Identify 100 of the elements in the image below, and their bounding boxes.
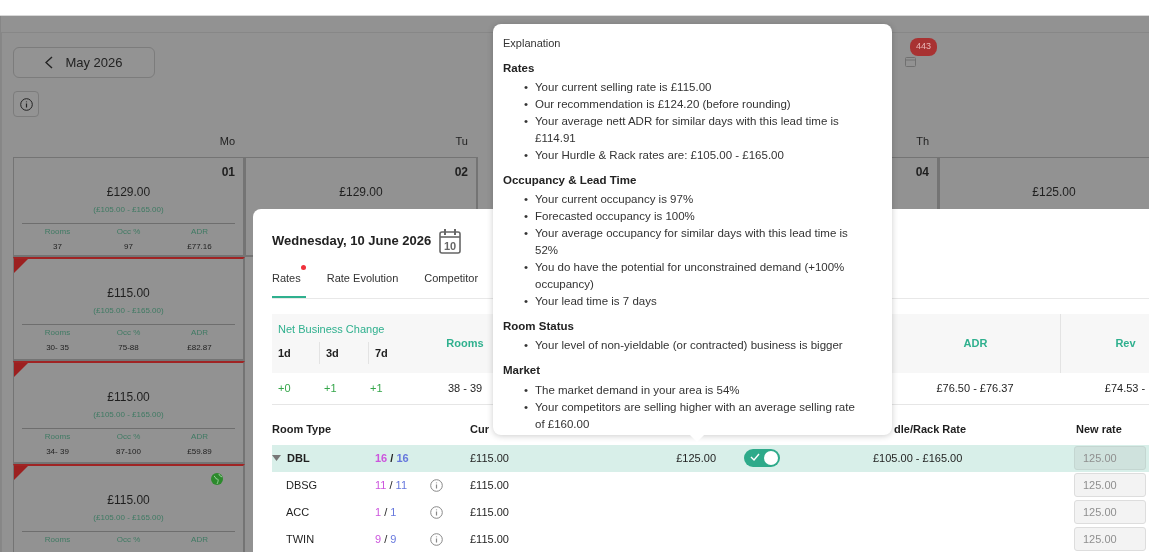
day-cell[interactable]: 01 £129.00 (£105.00 - £165.00) Rooms 37 Occ % 97 ADR £77.16 — [13, 157, 245, 257]
explanation-item: Our recommendation is £124.20 (before rounding) — [535, 96, 791, 112]
room-type: ACC — [286, 504, 310, 520]
separator: / — [384, 505, 388, 518]
bullet: • — [524, 399, 530, 415]
stat-value: £77.16 — [186, 241, 213, 253]
hurdle-rack-rate: £105.00 - £165.00 — [873, 451, 963, 464]
column-header: 3d — [326, 346, 339, 359]
explanation-item: Your average occupancy for similar days with this lead time is 52% — [535, 226, 849, 258]
recommended-rate: £125.00 — [676, 451, 716, 464]
weekday-label: Tu — [455, 135, 468, 147]
info-icon — [19, 97, 33, 111]
tab[interactable]: Rates — [272, 264, 306, 298]
day-cell[interactable]: £115.00 (£105.00 - £165.00) Rooms 34- 39 Occ % 87-100 ADR £59.89 — [13, 361, 245, 464]
stat-value: 75-88 — [117, 342, 140, 354]
new-rate-input[interactable]: 125.00 — [1074, 473, 1146, 497]
column-header: 7d — [375, 346, 388, 359]
metric-value: 38 - 39 — [447, 380, 483, 396]
weekday-label: Th — [916, 135, 929, 147]
stat-label: Occ % — [115, 327, 142, 339]
rate-range: (£105.00 - £165.00) — [93, 306, 164, 315]
day-number: 02 — [454, 165, 468, 179]
column-header: New rate — [1076, 423, 1122, 436]
column-header: dle/Rack Rate — [894, 423, 967, 436]
availability-count: 9 — [390, 532, 397, 545]
info-icon — [430, 533, 443, 547]
month-button[interactable]: May 2026 — [13, 47, 155, 78]
rate-value: £115.00 — [107, 390, 150, 404]
column-header: ADR — [963, 335, 988, 351]
info-button[interactable] — [13, 91, 39, 117]
separator: / — [384, 532, 388, 545]
bullet: • — [524, 338, 530, 354]
weekday-label: Mo — [219, 135, 235, 147]
tab[interactable]: Rate Evolution — [326, 264, 399, 298]
column-header: Room Type — [272, 423, 332, 436]
bullet: • — [524, 209, 530, 224]
stat-label: ADR — [190, 534, 209, 546]
current-rate: £115.00 — [470, 451, 509, 464]
metric-value: £74.53 - — [1104, 380, 1146, 396]
explanation-item: Forecasted occupancy is 100% — [535, 209, 695, 224]
stat-label: Occ % — [115, 534, 142, 546]
stat-value: 30- 35 — [45, 342, 70, 354]
calendar-icon — [905, 56, 916, 67]
section-heading: Occupancy & Lead Time — [503, 172, 638, 188]
change-value: +1 — [323, 380, 338, 396]
stat-label: Rooms — [43, 431, 72, 443]
panel-title: Wednesday, 10 June 2026 — [272, 232, 432, 251]
availability-count: 16 — [375, 451, 388, 464]
column-header: Rev — [1115, 335, 1136, 351]
bullet: • — [524, 96, 530, 112]
info-icon — [430, 506, 443, 520]
bullet: • — [524, 147, 530, 163]
stat-label: Occ % — [115, 431, 142, 443]
stat-value: 34- 39 — [45, 446, 70, 458]
explanation-item: Your competitors are selling higher with an average selling rate of £160.00 — [535, 399, 856, 432]
stat-label: Rooms — [43, 534, 72, 546]
rate-value: £115.00 — [107, 493, 150, 507]
separator: / — [389, 478, 393, 491]
explanation-item: Your Hurdle & Rack rates are: £105.00 - £165.00 — [535, 147, 784, 163]
stat-value: 97 — [123, 241, 134, 253]
rate-value: £129.00 — [339, 185, 383, 199]
stat-label: ADR — [190, 431, 209, 443]
new-rate-input[interactable]: 125.00 — [1074, 446, 1146, 470]
stat-value: £59.89 — [186, 446, 213, 458]
notification-count: 443 — [910, 38, 938, 56]
explanation-item: Your lead time is 7 days — [535, 294, 657, 309]
new-rate-input[interactable]: 125.00 — [1074, 527, 1146, 551]
current-rate: £115.00 — [470, 478, 509, 491]
bullet: • — [524, 294, 530, 309]
availability-count: 1 — [375, 505, 382, 518]
rate-value: £115.00 — [107, 286, 150, 300]
section-heading: Rates — [503, 60, 536, 76]
column-header: Rooms — [446, 335, 484, 351]
day-cell[interactable]: £115.00 (£105.00 - £165.00) Rooms Occ % ADR — [13, 464, 245, 552]
new-rate-input[interactable]: 125.00 — [1074, 500, 1146, 524]
tooltip-title: Explanation — [503, 36, 562, 51]
availability-count: 11 — [375, 478, 387, 491]
section-heading: Room Status — [503, 319, 575, 334]
availability-count: 9 — [375, 532, 382, 545]
toggle-switch[interactable] — [744, 449, 780, 467]
room-group-row[interactable]: DBL 16 / 16 £115.00 £125.00 £105.00 - £165.00 125.00 — [272, 444, 1149, 472]
explanation-item: Your current selling rate is £115.00 — [535, 79, 712, 95]
explanation-item: You do have the potential for unconstrained demand (+100% occupancy) — [535, 260, 846, 292]
rate-value: £129.00 — [106, 185, 151, 199]
stat-value: 87-100 — [115, 446, 142, 458]
bullet: • — [524, 226, 530, 241]
change-value: +0 — [277, 380, 292, 396]
explanation-item: Your current occupancy is 97% — [535, 192, 694, 207]
stat-label: Rooms — [43, 226, 72, 238]
availability-count: 11 — [395, 478, 408, 491]
chevron-left-icon — [45, 56, 54, 69]
day-cell[interactable]: £115.00 (£105.00 - £165.00) Rooms 30- 35 Occ % 75-88 ADR £82.87 — [13, 257, 245, 361]
stat-label: ADR — [190, 226, 209, 238]
availability-count: 16 — [396, 451, 409, 464]
stat-label: Rooms — [43, 327, 72, 339]
availability-count: 1 — [390, 505, 397, 518]
current-rate: £115.00 — [470, 505, 509, 518]
tab[interactable]: Competitor — [424, 264, 479, 298]
column-header: 1d — [278, 346, 291, 359]
section-title: Net Business Change — [277, 321, 386, 337]
